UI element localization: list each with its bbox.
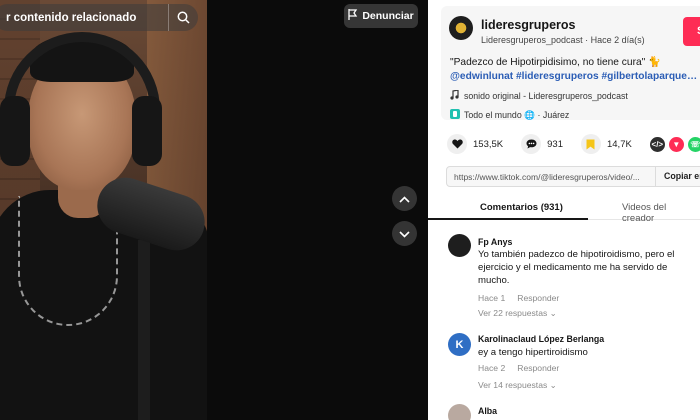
location-badge-icon (450, 109, 460, 121)
share-icons: </> ▼ ☏ f (649, 136, 700, 152)
sound-label[interactable]: sonido original - Lideresgruperos_podcas… (464, 91, 628, 101)
comment-avatar[interactable] (448, 404, 471, 420)
view-replies-button[interactable]: Ver 22 respuestas ⌄ (478, 308, 557, 319)
related-search-text[interactable]: r contenido relacionado (6, 12, 168, 24)
bookmark-icon[interactable] (580, 134, 601, 154)
creator-meta: Lideresgruperos_podcast · Hace 2 día(s) (481, 35, 645, 45)
tab-comments[interactable]: Comentarios (931) (480, 202, 563, 213)
comment-time: Hace 2 (478, 363, 506, 373)
video-frame (0, 0, 207, 420)
copy-link-button[interactable]: Copiar en (655, 166, 700, 187)
caption-text: "Padezco de Hipotirpidisimo, no tiene cu… (450, 57, 661, 68)
report-button[interactable]: Denunciar (344, 4, 418, 28)
report-label: Denunciar (362, 10, 414, 22)
save-stat[interactable]: 14,7K (580, 134, 632, 154)
creator-avatar[interactable] (449, 16, 473, 40)
comment-author[interactable]: Alba (478, 406, 497, 416)
video-player[interactable]: r contenido relacionado Denunciar (0, 0, 428, 420)
comment-author[interactable]: Karolinaclaud López Berlanga (478, 334, 604, 344)
embed-icon[interactable]: </> (649, 136, 665, 152)
pinterest-icon[interactable]: ▼ (668, 136, 684, 152)
comment-stat[interactable]: 931 (521, 134, 563, 154)
comment-meta: Hace 1 Responder (478, 293, 559, 303)
comment-time: Hace 1 (478, 293, 506, 303)
comment-icon[interactable] (521, 134, 542, 154)
post-info-card: lideresgruperos Lideresgruperos_podcast … (441, 6, 700, 120)
sound-row[interactable]: sonido original - Lideresgruperos_podcas… (450, 89, 628, 102)
whatsapp-icon[interactable]: ☏ (687, 136, 700, 152)
creator-username[interactable]: lideresgruperos (481, 18, 575, 32)
previous-video-button[interactable] (392, 186, 417, 211)
post-caption: "Padezco de Hipotirpidisimo, no tiene cu… (450, 56, 700, 84)
engagement-stats: 153,5K 931 14,7K </> ▼ ☏ f (447, 134, 700, 154)
heart-icon[interactable] (447, 134, 467, 154)
headphone-right (132, 96, 162, 166)
comment-count: 931 (547, 138, 563, 150)
reply-button[interactable]: Responder (517, 363, 559, 373)
comment-author[interactable]: Fp Anys (478, 237, 512, 247)
comment-text: ey a tengo hipertiroidismo (478, 347, 588, 358)
video-url-box[interactable]: https://www.tiktok.com/@lideresgruperos/… (446, 166, 700, 187)
related-search-bar[interactable]: r contenido relacionado (0, 4, 198, 31)
like-stat[interactable]: 153,5K (447, 134, 503, 154)
comment-text: Yo también padezco de hipotiroidismo, pe… (478, 249, 675, 286)
mic-arm (138, 240, 150, 420)
comment-meta: Hace 2 Responder (478, 363, 559, 373)
details-panel: lideresgruperos Lideresgruperos_podcast … (428, 0, 700, 420)
view-replies-button[interactable]: Ver 14 respuestas ⌄ (478, 380, 557, 391)
comment-avatar[interactable]: K (448, 333, 471, 356)
search-icon[interactable] (168, 4, 198, 31)
like-count: 153,5K (473, 138, 504, 150)
reply-button[interactable]: Responder (517, 293, 559, 303)
flag-icon (348, 9, 358, 23)
follow-button[interactable]: Seg (683, 17, 700, 46)
video-url[interactable]: https://www.tiktok.com/@lideresgruperos/… (447, 172, 655, 182)
tab-creator-videos[interactable]: Videos del creador (622, 202, 700, 224)
headphone-left (0, 96, 30, 166)
chevron-up-icon (399, 190, 410, 208)
caption-tags[interactable]: @edwinlunat #lideresgruperos #gilbertola… (450, 70, 700, 84)
music-note-icon (450, 89, 459, 102)
tabs: Comentarios (931) Videos del creador (428, 194, 700, 224)
location-row: Todo el mundo 🌐 · Juárez (450, 109, 569, 121)
chevron-down-icon (399, 225, 410, 243)
comment-avatar[interactable] (448, 234, 471, 257)
save-count: 14,7K (606, 138, 632, 150)
location-label: Todo el mundo 🌐 · Juárez (464, 109, 570, 120)
active-tab-underline (428, 218, 588, 220)
next-video-button[interactable] (392, 221, 417, 246)
